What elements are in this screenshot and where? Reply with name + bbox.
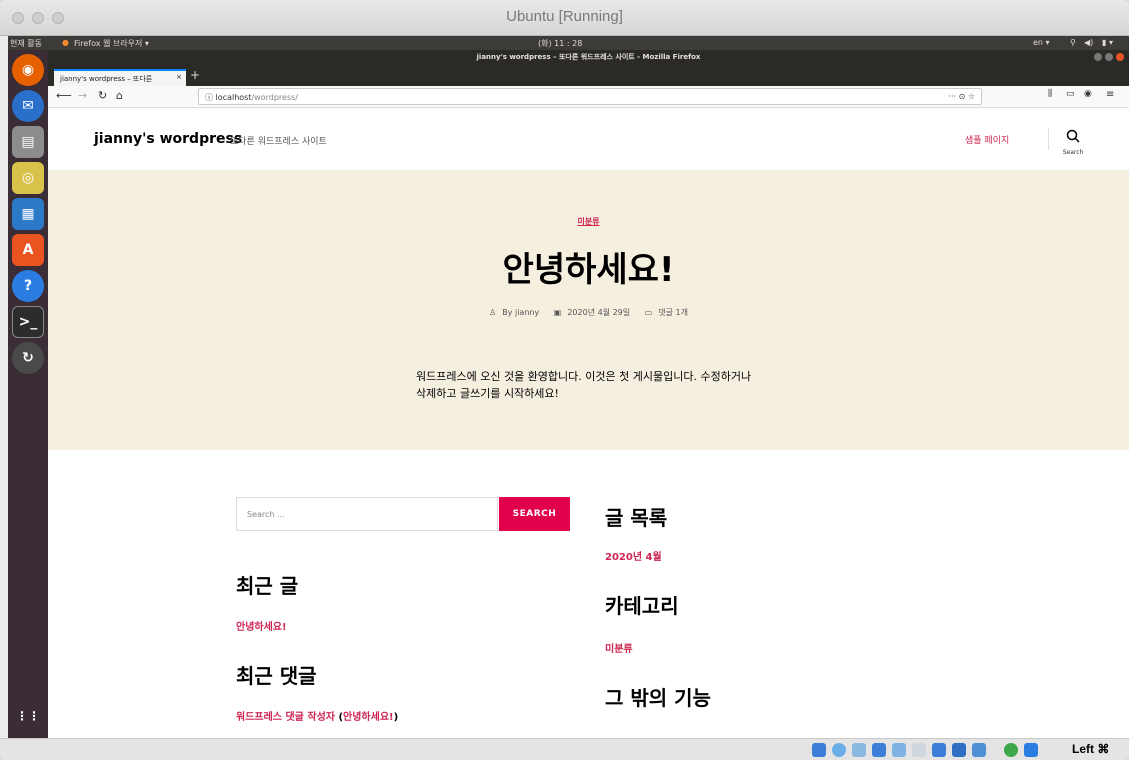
- volume-icon[interactable]: ◀): [1084, 38, 1093, 47]
- ubuntu-topbar: 현재 활동 ● Firefox 웹 브라우저 ▾ (화) 11 : 28 en …: [8, 36, 1129, 50]
- writer-launcher-icon[interactable]: ▦: [12, 198, 44, 230]
- categories-title: 카테고리: [605, 594, 679, 618]
- tab-wordpress[interactable]: jianny's wordpress – 또다른 ×: [54, 69, 186, 86]
- tab-close-icon[interactable]: ×: [176, 73, 182, 81]
- vm-statusbar: Left ⌘: [0, 738, 1129, 760]
- post-category[interactable]: 미분류: [48, 216, 1129, 227]
- sidebar-icon[interactable]: ▭: [1066, 89, 1075, 99]
- firefox-window: jianny's wordpress – 또다른 워드프레스 사이트 - Moz…: [48, 50, 1129, 738]
- post-date[interactable]: 2020년 4월 29일: [567, 308, 630, 317]
- terminal-launcher-icon[interactable]: >_: [12, 306, 44, 338]
- tab-bar: jianny's wordpress – 또다른 × +: [48, 64, 1129, 86]
- site-info-icon[interactable]: ⓘ: [205, 93, 213, 102]
- video-capture-status-icon[interactable]: [952, 743, 966, 757]
- display-status-icon[interactable]: [932, 743, 946, 757]
- software-launcher-icon[interactable]: A: [12, 234, 44, 266]
- meta-title: 그 밖의 기능: [605, 686, 711, 710]
- firefox-menu-icon: ●: [62, 38, 69, 47]
- author-icon: ♙: [489, 308, 497, 317]
- vm-title: Ubuntu [Running]: [506, 8, 623, 25]
- shared-folder-status-icon[interactable]: [912, 743, 926, 757]
- usb-status-icon[interactable]: [892, 743, 906, 757]
- firefox-window-title: jianny's wordpress – 또다른 워드프레스 사이트 - Moz…: [476, 53, 701, 61]
- search-toggle-label: Search: [1062, 149, 1084, 156]
- comment-paren-open: (: [334, 712, 344, 723]
- recent-comment: 워드프레스 댓글 작성자 (안녕하세요!): [236, 708, 398, 723]
- header-separator: [1048, 128, 1049, 150]
- post-title[interactable]: 안녕하세요!: [48, 242, 1129, 291]
- page-actions[interactable]: ··· ⊙ ☆: [948, 92, 975, 101]
- battery-icon[interactable]: ▮ ▾: [1102, 38, 1113, 47]
- app-menu[interactable]: Firefox 웹 브라우저 ▾: [74, 38, 149, 49]
- firefox-maximize-button[interactable]: [1105, 53, 1113, 61]
- vm-titlebar: Ubuntu [Running]: [0, 0, 1129, 36]
- post-meta: ♙ By jianny ▣ 2020년 4월 29일 ▭ 댓글 1개: [48, 307, 1129, 318]
- ubuntu-desktop: 현재 활동 ● Firefox 웹 브라우저 ▾ (화) 11 : 28 en …: [8, 36, 1129, 738]
- nav-toolbar: ⟵ → ↻ ⌂ ⓘ localhost/wordpress/ ··· ⊙ ☆ ⫼…: [48, 86, 1129, 108]
- calendar-icon: ▣: [553, 308, 562, 317]
- post-excerpt: 워드프레스에 오신 것을 환영합니다. 이것은 첫 게시물입니다. 수정하거나 …: [416, 370, 752, 400]
- search-input[interactable]: Search …: [236, 497, 498, 531]
- forward-button[interactable]: →: [78, 89, 87, 102]
- ubuntu-launcher: ◉ ✉ ▤ ◎ ▦ A ? >_ ↻ ⋮⋮: [8, 50, 48, 738]
- tab-label: jianny's wordpress – 또다른: [60, 75, 153, 83]
- comment-icon: ▭: [644, 308, 653, 317]
- optical-status-icon[interactable]: [832, 743, 846, 757]
- archive-link[interactable]: 2020년 4월: [605, 548, 662, 563]
- audio-status-icon[interactable]: [852, 743, 866, 757]
- cpu-status-icon[interactable]: [1004, 743, 1018, 757]
- comment-post-link[interactable]: 안녕하세요!: [343, 712, 394, 723]
- firefox-close-button[interactable]: [1116, 53, 1124, 61]
- firefox-titlebar: jianny's wordpress – 또다른 워드프레스 사이트 - Moz…: [48, 50, 1129, 64]
- updater-launcher-icon[interactable]: ↻: [12, 342, 44, 374]
- hamburger-menu-icon[interactable]: ≡: [1106, 89, 1114, 100]
- network-status-icon[interactable]: [872, 743, 886, 757]
- url-path: /wordpress/: [251, 93, 298, 102]
- new-tab-button[interactable]: +: [190, 68, 200, 82]
- widget-area: Search … SEARCH 최근 글 안녕하세요! 최근 댓글 워드프레스 …: [48, 450, 1129, 738]
- thunderbird-launcher-icon[interactable]: ✉: [12, 90, 44, 122]
- url-bar[interactable]: ⓘ localhost/wordpress/ ··· ⊙ ☆: [198, 88, 982, 105]
- virtualbox-window: Ubuntu [Running] 현재 활동 ● Firefox 웹 브라우저 …: [0, 0, 1129, 760]
- site-title[interactable]: jianny's wordpress: [94, 131, 242, 147]
- comment-author-link[interactable]: 워드프레스 댓글 작성자: [236, 712, 335, 723]
- post-hero: 미분류 안녕하세요! ♙ By jianny ▣ 2020년 4월 29일 ▭ 댓글 …: [48, 170, 1129, 450]
- post-author[interactable]: By jianny: [502, 308, 539, 317]
- menu-item-sample-page[interactable]: 샘플 페이지: [965, 133, 1009, 146]
- comment-paren-close: ): [393, 712, 399, 723]
- firefox-minimize-button[interactable]: [1094, 53, 1102, 61]
- help-launcher-icon[interactable]: ?: [12, 270, 44, 302]
- files-launcher-icon[interactable]: ▤: [12, 126, 44, 158]
- url-host: localhost: [215, 93, 252, 102]
- search-submit-button[interactable]: SEARCH: [499, 497, 570, 531]
- activities-button[interactable]: 현재 활동: [10, 38, 42, 49]
- account-icon[interactable]: ◉: [1084, 89, 1092, 99]
- library-icon[interactable]: ⫼: [1048, 89, 1052, 99]
- host-key-label: Left ⌘: [1072, 742, 1110, 756]
- post-comments[interactable]: 댓글 1개: [658, 308, 688, 317]
- language-indicator[interactable]: en ▾: [1033, 38, 1050, 47]
- category-link[interactable]: 미분류: [605, 640, 633, 655]
- search-icon: [1066, 129, 1080, 143]
- mouse-integration-status-icon[interactable]: [972, 743, 986, 757]
- recent-comments-title: 최근 댓글: [236, 664, 317, 688]
- rhythmbox-launcher-icon[interactable]: ◎: [12, 162, 44, 194]
- archives-title: 글 목록: [605, 506, 668, 530]
- clock[interactable]: (화) 11 : 28: [538, 38, 582, 49]
- hdd-status-icon[interactable]: [812, 743, 826, 757]
- back-button[interactable]: ⟵: [56, 89, 72, 102]
- recent-post-link[interactable]: 안녕하세요!: [236, 618, 287, 633]
- site-description: 또다른 워드프레스 사이트: [230, 137, 327, 147]
- wordpress-page: jianny's wordpress 또다른 워드프레스 사이트 샘플 페이지 …: [48, 108, 1129, 738]
- reload-button[interactable]: ↻: [98, 89, 107, 102]
- search-toggle[interactable]: Search: [1058, 128, 1088, 156]
- keyboard-status-icon[interactable]: [1024, 743, 1038, 757]
- home-button[interactable]: ⌂: [116, 89, 123, 102]
- firefox-launcher-icon[interactable]: ◉: [12, 54, 44, 86]
- network-icon[interactable]: ⚲: [1070, 38, 1076, 47]
- show-apps-icon[interactable]: ⋮⋮: [12, 700, 44, 732]
- recent-posts-title: 최근 글: [236, 574, 299, 598]
